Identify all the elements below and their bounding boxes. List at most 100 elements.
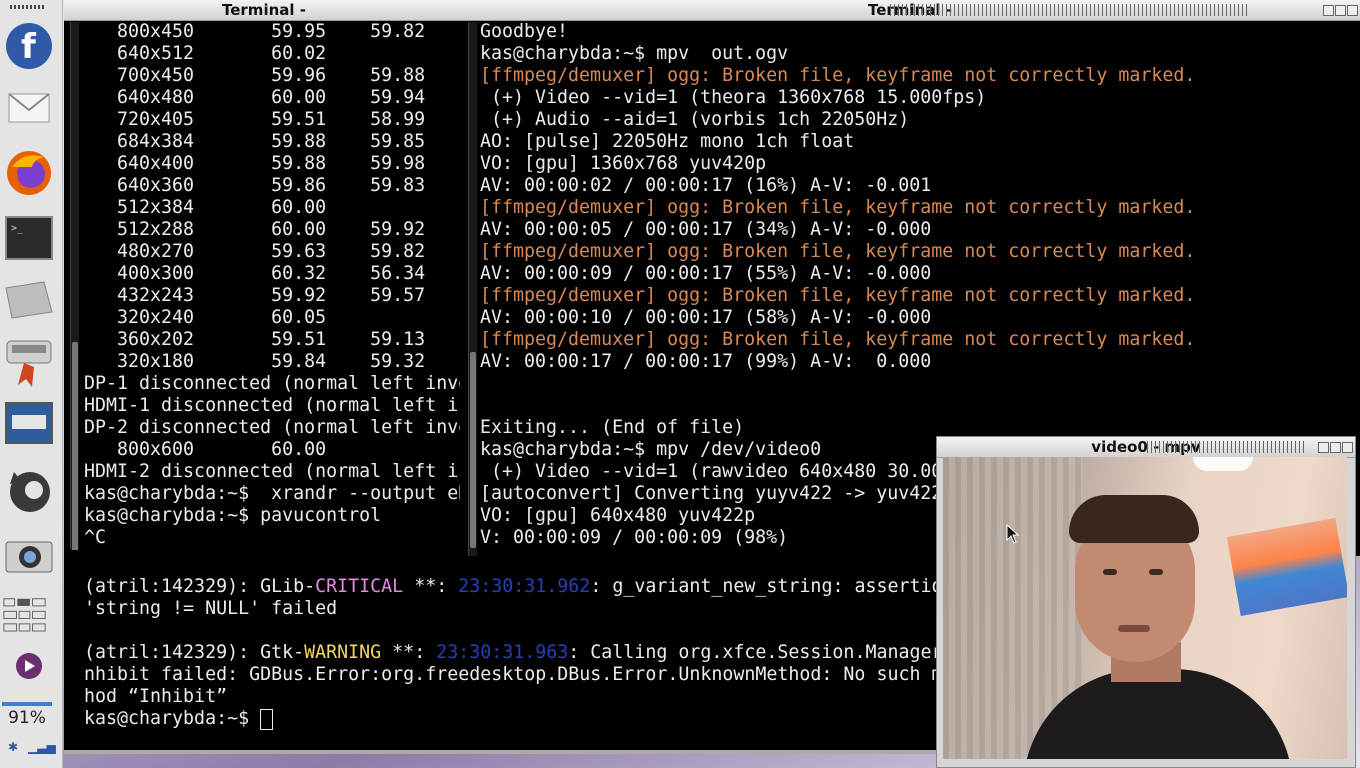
terminal-line: 512x384 60.00 — [84, 197, 327, 218]
mpv-titlebar[interactable]: video0 - mpv — [937, 437, 1355, 458]
scanner-icon[interactable] — [3, 336, 55, 388]
terminal-line: 640x480 60.00 59.94 — [84, 87, 426, 108]
minimize-button[interactable] — [1323, 5, 1334, 16]
terminal-segment: hod “Inhibit” — [84, 686, 228, 707]
terminal-line: kas@charybda:~$ xrandr --output eD — [84, 483, 464, 504]
terminal-line: 320x240 60.05 — [84, 307, 327, 328]
terminal-line: VO: [gpu] 1360x768 yuv420p — [480, 153, 767, 174]
terminal-line: hod “Inhibit” — [84, 686, 940, 708]
terminal-segment: CRITICAL — [315, 576, 404, 597]
terminal-segment: nhibit failed: GDBus.Error:org.freedeskt… — [84, 664, 940, 685]
terminal-line: 320x180 59.84 59.32 — [84, 351, 426, 372]
mouse-pointer-icon — [1006, 524, 1020, 544]
camera-icon[interactable] — [3, 528, 55, 580]
left-terminal-output[interactable]: 800x450 59.95 59.82 640x512 60.02 700x45… — [78, 21, 464, 560]
terminal-line: 360x202 59.51 59.13 — [84, 329, 426, 350]
terminal-line: ^C — [84, 527, 107, 548]
media-icon[interactable] — [3, 640, 55, 692]
terminal-line: kas@charybda:~$ — [84, 708, 940, 730]
system-tray: ✱ ▁▃▅ — [8, 740, 66, 754]
signal-icon[interactable]: ▁▃▅ — [28, 740, 56, 754]
dock-grip[interactable] — [10, 5, 44, 9]
terminal-icon[interactable]: >_ — [3, 212, 55, 264]
webcam-video[interactable] — [943, 457, 1347, 759]
titlebar-grip — [890, 4, 1250, 16]
maximize-button[interactable] — [1335, 5, 1346, 16]
person-eye-right — [1149, 569, 1163, 575]
left-terminal-bottom-output[interactable]: (atril:142329): GLib-CRITICAL **: 23:30:… — [78, 554, 940, 750]
terminal-line: 640x360 59.86 59.83 — [84, 175, 426, 196]
terminal-line: Goodbye! — [480, 21, 569, 42]
svg-text:>_: >_ — [11, 223, 24, 234]
terminal-segment: : g_variant_new_string: assertio — [590, 576, 940, 597]
terminal-cursor — [260, 708, 274, 730]
terminal-line: [ffmpeg/demuxer] ogg: Broken file, keyfr… — [480, 197, 1196, 218]
terminal-segment: 23:30:31.963 — [436, 642, 569, 663]
terminal-line: AV: 00:00:17 / 00:00:17 (99%) A-V: 0.000 — [480, 351, 932, 372]
workspace-icon[interactable] — [3, 588, 55, 640]
terminal-line: 432x243 59.92 59.57 — [84, 285, 426, 306]
wall-painting — [1226, 518, 1347, 616]
terminal-segment: 23:30:31.962 — [458, 576, 591, 597]
terminal-line: [ffmpeg/demuxer] ogg: Broken file, keyfr… — [480, 285, 1196, 306]
terminal-line: 684x384 59.88 59.85 — [84, 131, 426, 152]
terminal-line: 512x288 60.00 59.92 — [84, 219, 426, 240]
terminal-line: AV: 00:00:05 / 00:00:17 (34%) A-V: -0.00… — [480, 219, 932, 240]
terminal-line: (atril:142329): Gtk-WARNING **: 23:30:31… — [84, 642, 940, 664]
terminal-segment: **: — [403, 576, 459, 597]
terminal-line: nhibit failed: GDBus.Error:org.freedeskt… — [84, 664, 940, 686]
terminal-segment: kas@charybda:~$ — [84, 708, 261, 729]
mpv-window[interactable]: video0 - mpv — [936, 436, 1356, 768]
terminal-line: (atril:142329): GLib-CRITICAL **: 23:30:… — [84, 576, 940, 598]
terminal-line: [ffmpeg/demuxer] ogg: Broken file, keyfr… — [480, 241, 1196, 262]
fedora-icon[interactable]: f — [3, 20, 55, 72]
terminal-line: 640x512 60.02 — [84, 43, 327, 64]
terminal-line: (+) Audio --aid=1 (vorbis 1ch 22050Hz) — [480, 109, 910, 130]
files-icon[interactable] — [3, 274, 55, 326]
terminal-line: [ffmpeg/demuxer] ogg: Broken file, keyfr… — [480, 65, 1196, 86]
left-terminal-bottom-area[interactable]: (atril:142329): GLib-CRITICAL **: 23:30:… — [64, 550, 940, 754]
left-terminal-titlebar[interactable]: Terminal - — [64, 0, 464, 21]
terminal-line: 800x600 60.00 — [84, 439, 327, 460]
terminal-line: HDMI-2 disconnected (normal left in — [84, 461, 464, 482]
terminal-line: HDMI-1 disconnected (normal left in — [84, 395, 464, 416]
terminal-line: 700x450 59.96 59.88 — [84, 65, 426, 86]
terminal-line: 720x405 59.51 58.99 — [84, 109, 426, 130]
terminal-line: AV: 00:00:02 / 00:00:17 (16%) A-V: -0.00… — [480, 175, 932, 196]
terminal-line: kas@charybda:~$ pavucontrol — [84, 505, 382, 526]
mpv-close-button[interactable] — [1342, 442, 1353, 453]
dock-panel: f >_ 91% ✱ ▁▃▅ — [0, 0, 63, 768]
bluetooth-icon[interactable]: ✱ — [8, 740, 18, 754]
console-icon[interactable] — [3, 398, 55, 450]
battery-percent: 91% — [8, 708, 46, 728]
mpv-maximize-button[interactable] — [1330, 442, 1341, 453]
person-mouth — [1118, 625, 1150, 632]
mail-icon[interactable] — [3, 80, 55, 132]
terminal-segment: **: — [381, 642, 437, 663]
mpv-titlebar-grip — [1147, 441, 1307, 453]
mpv-minimize-button[interactable] — [1318, 442, 1329, 453]
terminal-segment: 'string != NULL' failed — [84, 598, 338, 619]
terminal-line: 400x300 60.32 56.34 — [84, 263, 426, 284]
person-eye-left — [1103, 569, 1117, 575]
terminal-segment: (atril:142329): Gtk- — [84, 642, 305, 663]
terminal-line: AO: [pulse] 22050Hz mono 1ch float — [480, 131, 855, 152]
terminal-line: 640x400 59.88 59.98 — [84, 153, 426, 174]
left-terminal-title: Terminal - — [222, 1, 306, 19]
terminal-line: DP-1 disconnected (normal left inve — [84, 373, 464, 394]
gimp-icon[interactable] — [3, 464, 55, 516]
firefox-icon[interactable] — [3, 146, 55, 198]
left-terminal-window[interactable]: Terminal - 800x450 59.95 59.82 640x512 6… — [64, 0, 464, 560]
right-terminal-titlebar[interactable]: Terminal - — [460, 0, 1360, 21]
close-button[interactable] — [1347, 5, 1358, 16]
terminal-segment: (atril:142329): GLib- — [84, 576, 316, 597]
terminal-line: 'string != NULL' failed — [84, 598, 940, 620]
ceiling-lamp — [1193, 457, 1253, 471]
terminal-line: AV: 00:00:09 / 00:00:17 (55%) A-V: -0.00… — [480, 263, 932, 284]
battery-bar — [2, 702, 52, 706]
terminal-line: 480x270 59.63 59.82 — [84, 241, 426, 262]
terminal-line: AV: 00:00:10 / 00:00:17 (58%) A-V: -0.00… — [480, 307, 932, 328]
